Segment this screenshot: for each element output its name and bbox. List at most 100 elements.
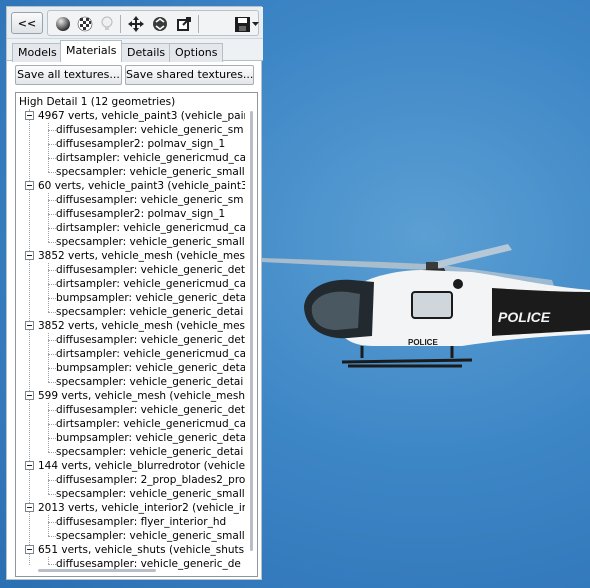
texture-node[interactable]: diffusesampler: vehicle_generic_det [56, 333, 245, 347]
materials-tree[interactable]: High Detail 1 (12 geometries) 4967 verts… [15, 92, 258, 577]
tree-connector [48, 564, 56, 565]
texture-node[interactable]: dirtsampler: vehicle_genericmud_ca [56, 151, 245, 165]
texture-node[interactable]: diffusesampler: vehicle_generic_det [56, 403, 245, 417]
tree-root-label[interactable]: High Detail 1 (12 geometries) [19, 95, 253, 109]
tree-connector [48, 424, 56, 425]
texture-node[interactable]: dirtsampler: vehicle_genericmud_ca [56, 417, 245, 431]
tree-connector [48, 228, 56, 229]
tree-connector [48, 438, 56, 439]
texture-node[interactable]: diffusesampler: vehicle_generic_sm [56, 193, 245, 207]
geometry-node[interactable]: 60 verts, vehicle_paint3 (vehicle_paint3 [38, 179, 245, 193]
tree-connector [48, 557, 49, 564]
texture-node[interactable]: bumpsampler: vehicle_generic_deta [56, 361, 245, 375]
export-icon[interactable] [174, 13, 194, 35]
texture-node[interactable]: diffusesampler: flyer_interior_hd [56, 515, 245, 529]
texture-node[interactable]: specsampler: vehicle_generic_small [56, 235, 245, 249]
tree-connector [48, 312, 56, 313]
tree-connector [48, 382, 56, 383]
geometry-node[interactable]: 651 verts, vehicle_shuts (vehicle_shuts [38, 543, 245, 557]
tree-connector [48, 214, 56, 215]
collapse-panel-button[interactable]: << [11, 12, 43, 34]
texture-node[interactable]: specsampler: vehicle_generic_detai [56, 375, 245, 389]
tree-connector [48, 284, 56, 285]
tree-connector [48, 193, 49, 242]
tree-connector [48, 452, 56, 453]
tab-options[interactable]: Options [169, 43, 224, 62]
tab-materials[interactable]: Materials [60, 40, 123, 62]
tree-connector [48, 333, 49, 382]
geometry-node[interactable]: 3852 verts, vehicle_mesh (vehicle_mesh [38, 319, 245, 333]
fuselage-light [453, 279, 463, 289]
tree-connector [48, 473, 49, 494]
tree-connector [29, 109, 30, 571]
move-arrows-icon[interactable] [126, 13, 146, 35]
tree-connector [48, 158, 56, 159]
tree-connector [48, 172, 56, 173]
collapse-toggle-icon[interactable] [25, 321, 34, 330]
tree-connector [48, 270, 56, 271]
tree-connector [48, 368, 56, 369]
texture-node[interactable]: dirtsampler: vehicle_genericmud_ca [56, 347, 245, 361]
tree-connector [48, 298, 56, 299]
collapse-toggle-icon[interactable] [25, 545, 34, 554]
texture-node[interactable]: specsampler: vehicle_generic_small [56, 165, 245, 179]
collapse-toggle-icon[interactable] [25, 111, 34, 120]
collapse-toggle-icon[interactable] [25, 251, 34, 260]
tab-bar: Models Materials Details Options [7, 39, 263, 62]
texture-node[interactable]: dirtsampler: vehicle_genericmud_ca [56, 221, 245, 235]
tree-connector [48, 340, 56, 341]
police-side-text: POLICE [498, 309, 551, 325]
sphere-icon[interactable] [54, 13, 72, 35]
geometry-node[interactable]: 3852 verts, vehicle_mesh (vehicle_mesh [38, 249, 245, 263]
geometry-node[interactable]: 599 verts, vehicle_mesh (vehicle_mesh [38, 389, 245, 403]
save-all-textures-button[interactable]: Save all textures... [15, 65, 122, 85]
texture-node[interactable]: diffusesampler2: polmav_sign_1 [56, 137, 245, 151]
collapse-toggle-icon[interactable] [25, 461, 34, 470]
collapse-toggle-icon[interactable] [25, 503, 34, 512]
tree-connector [48, 200, 56, 201]
model-viewer-panel: << Models Materials Details Options Save… [6, 6, 263, 580]
texture-node[interactable]: specsampler: vehicle_generic_detai [56, 305, 245, 319]
tree-connector [48, 130, 56, 131]
rotor-blade [262, 258, 428, 270]
lightbulb-icon[interactable] [98, 13, 116, 35]
tree-connector [48, 123, 49, 172]
geometry-node[interactable]: 144 verts, vehicle_blurredrotor (vehicle [38, 459, 245, 473]
texture-node[interactable]: specsampler: vehicle_generic_detai [56, 445, 245, 459]
texture-node[interactable]: bumpsampler: vehicle_generic_deta [56, 431, 245, 445]
texture-node[interactable]: diffusesampler: 2_prop_blades2_pro [56, 473, 245, 487]
texture-node[interactable]: diffusesampler: vehicle_generic_de [56, 557, 245, 571]
texture-node[interactable]: diffusesampler2: polmav_sign_1 [56, 207, 245, 221]
texture-node[interactable]: bumpsampler: vehicle_generic_deta [56, 291, 245, 305]
texture-node[interactable]: diffusesampler: vehicle_generic_det [56, 263, 245, 277]
landing-skid [341, 358, 473, 368]
save-icon[interactable] [233, 13, 251, 35]
tree-connector [48, 144, 56, 145]
tab-details[interactable]: Details [121, 43, 172, 62]
helicopter-model: POLICE POLICE [262, 244, 590, 368]
checker-icon[interactable] [76, 13, 94, 35]
side-window [411, 291, 453, 319]
vertical-scroll-thumb[interactable] [250, 111, 253, 551]
geometry-node[interactable]: 4967 verts, vehicle_paint3 (vehicle_pair [38, 109, 245, 123]
texture-node[interactable]: dirtsampler: vehicle_genericmud_ca [56, 277, 245, 291]
tab-models[interactable]: Models [12, 43, 63, 62]
tree-connector [48, 536, 56, 537]
rotor-blade [434, 244, 512, 268]
toolbar-separator [198, 15, 199, 33]
tree-connector [48, 522, 56, 523]
texture-node[interactable]: diffusesampler: vehicle_generic_sm [56, 123, 245, 137]
recycle-icon[interactable] [150, 13, 170, 35]
tree-connector [48, 410, 56, 411]
geometry-node[interactable]: 2013 verts, vehicle_interior2 (vehicle_i… [38, 501, 245, 515]
collapse-toggle-icon[interactable] [25, 391, 34, 400]
tree-connector [48, 354, 56, 355]
vertical-scrollbar[interactable] [247, 95, 256, 553]
collapse-toggle-icon[interactable] [25, 181, 34, 190]
tree-connector [48, 515, 49, 536]
save-shared-textures-button[interactable]: Save shared textures... [125, 65, 254, 85]
dropdown-arrow-icon[interactable] [251, 13, 259, 35]
3d-viewport[interactable]: POLICE POLICE [262, 0, 590, 588]
texture-node[interactable]: specsampler: vehicle_generic_small [56, 487, 245, 501]
texture-node[interactable]: specsampler: vehicle_generic_small [56, 529, 245, 543]
